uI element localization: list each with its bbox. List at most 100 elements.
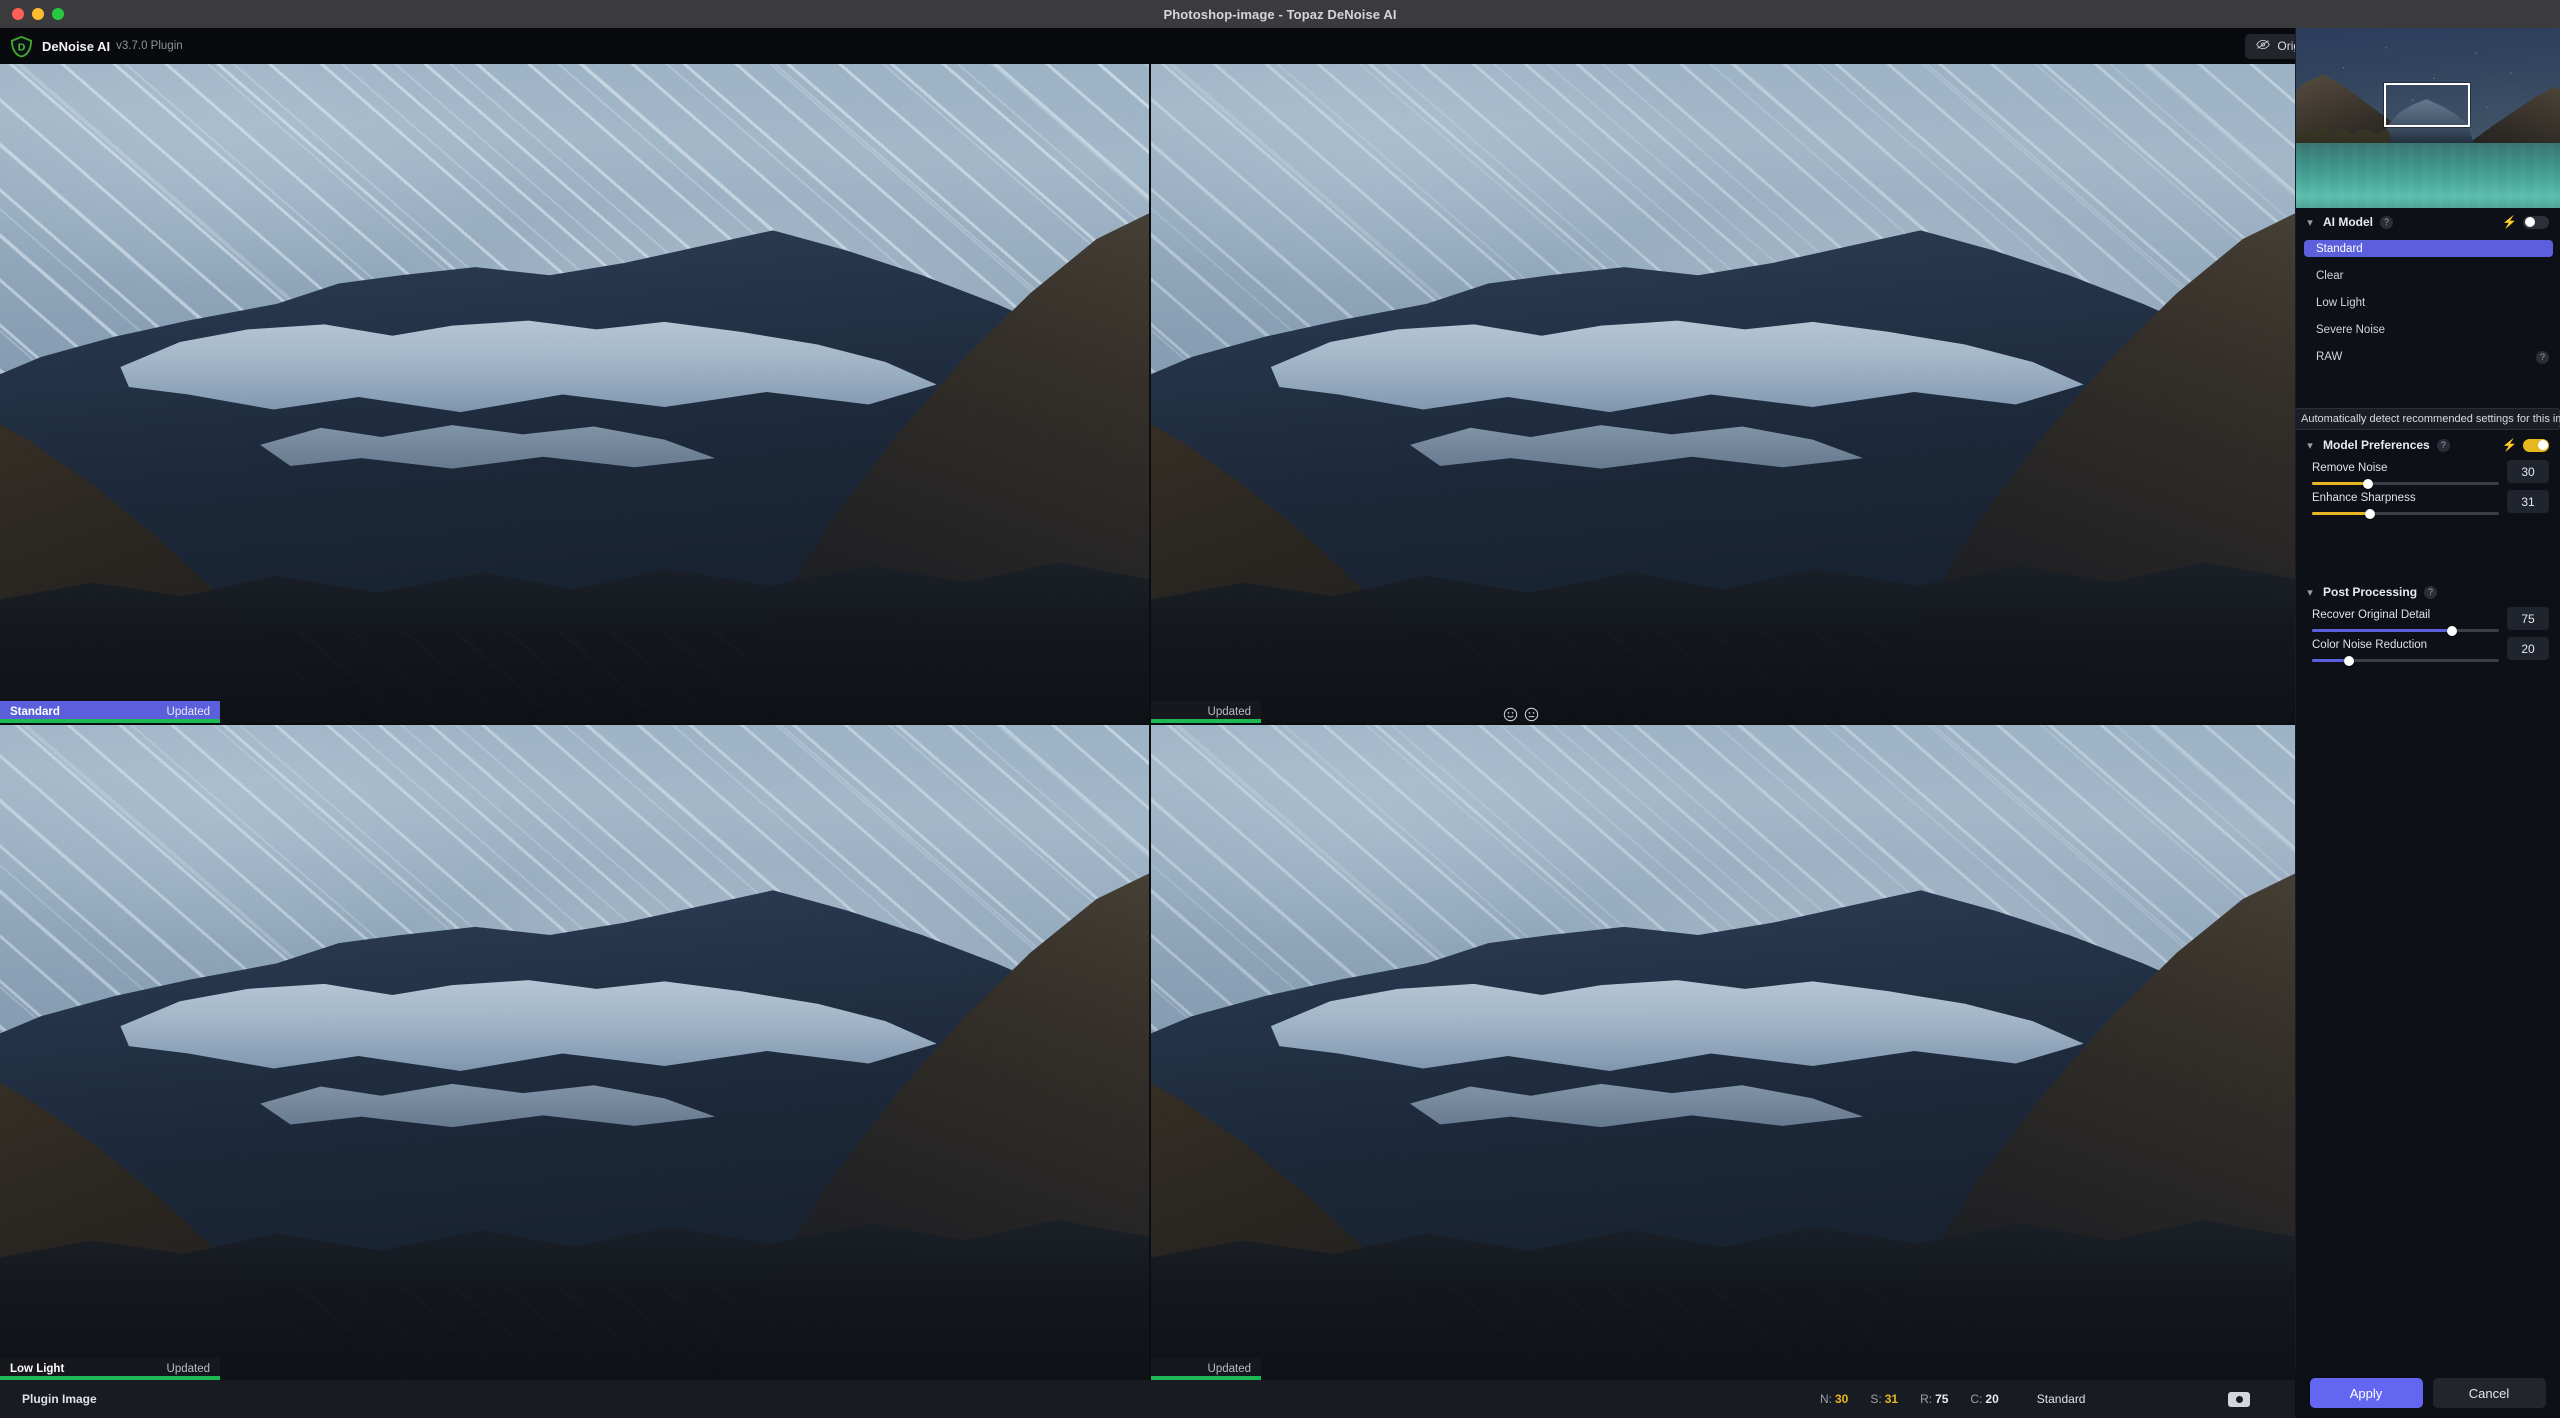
model-preferences-title: Model Preferences [2323,438,2430,452]
preview-image-standard [0,64,1149,723]
preview-image-severe-noise [1151,725,2295,1380]
chevron-down-icon[interactable]: ▾ [2304,216,2316,229]
traffic-light-controls[interactable] [12,0,64,28]
ai-model-option-severe-noise[interactable]: Severe Noise [2304,322,2553,338]
camera-icon[interactable] [2228,1391,2250,1407]
image-grain [1151,725,2295,1380]
post-processing-section: ▾ Post Processing ? Recover Original Det… [2296,578,2560,666]
raw-question-mark-icon[interactable]: ? [2536,350,2549,364]
chevron-down-icon[interactable]: ▾ [2304,586,2316,599]
settings-sidebar: ▾ AI Model ? ⚡ Standard Clear Low Light … [2294,28,2560,1418]
ai-model-auto-toggle[interactable] [2523,215,2549,229]
post-processing-title: Post Processing [2323,585,2418,599]
image-grain [1151,64,2295,723]
enhance-sharpness-label: Enhance Sharpness [2312,492,2416,504]
cancel-button[interactable]: Cancel [2432,1378,2546,1408]
stat-noise-value: 30 [1835,1392,1849,1406]
ai-model-option-low-light[interactable]: Low Light [2304,295,2553,311]
pane-status: Updated [166,1363,210,1375]
recover-original-detail-value[interactable]: 75 [2507,607,2549,630]
pane-feedback-controls[interactable] [1503,707,1539,722]
pane-status: Updated [1207,1363,1251,1375]
preview-workspace: Standard Updated Updated Low Light Updat… [0,64,2295,1380]
quad-view-grid: Standard Updated Updated Low Light Updat… [0,64,2295,1380]
recover-original-detail-slider-row: Recover Original Detail 75 [2296,606,2560,636]
ai-model-option-standard[interactable]: Standard [2304,240,2553,257]
pane-progress-bar [1151,1376,1261,1380]
maximize-window-button[interactable] [52,8,64,20]
navigator-lake-reflection [2296,143,2560,208]
navigator-thumbnail[interactable] [2296,28,2560,208]
top-toolbar: D DeNoise AI v3.7.0 Plugin Original [0,28,2560,64]
pane-progress-bar [0,719,220,723]
post-processing-header: ▾ Post Processing ? [2296,578,2560,606]
ai-model-option-clear[interactable]: Clear [2304,268,2553,284]
pane-status: Updated [166,706,210,718]
model-label: Standard [2316,242,2363,255]
action-buttons: Apply Cancel [2295,1368,2560,1418]
question-mark-icon[interactable]: ? [2380,215,2393,229]
minimize-window-button[interactable] [32,8,44,20]
pane-progress-bar [0,1376,220,1380]
model-preferences-header: ▾ Model Preferences ? ⚡ [2296,431,2560,459]
app-brand: D DeNoise AI v3.7.0 Plugin [10,35,183,58]
stat-recover-key: R: [1920,1392,1933,1406]
lightning-bolt-icon[interactable]: ⚡ [2502,438,2517,452]
enhance-sharpness-slider[interactable] [2312,508,2499,519]
ai-model-section: ▾ AI Model ? ⚡ Standard Clear Low Light … [2296,208,2560,376]
stat-sharpness: S: 31 [1870,1392,1898,1406]
app-name: DeNoise AI [42,38,111,54]
stat-noise: N: 30 [1820,1392,1848,1406]
remove-noise-value[interactable]: 30 [2507,460,2549,483]
question-mark-icon[interactable]: ? [2436,438,2450,452]
neutral-face-icon[interactable] [1524,707,1539,722]
pane-status: Updated [1207,706,1251,718]
smiley-face-icon[interactable] [1503,707,1518,722]
pane-progress-bar [1151,719,1261,723]
stat-noise-key: N: [1820,1392,1832,1406]
ai-model-title: AI Model [2323,215,2373,229]
stat-color-key: C: [1970,1392,1983,1406]
ai-model-header: ▾ AI Model ? ⚡ [2296,208,2560,236]
color-noise-reduction-slider[interactable] [2312,655,2499,666]
remove-noise-slider[interactable] [2312,478,2499,489]
preview-pane-clear[interactable]: Clear Updated [1151,64,2295,725]
model-label: Severe Noise [2316,324,2386,336]
pane-model-name: Low Light [10,1363,65,1375]
eye-slash-icon [2256,39,2271,53]
enhance-sharpness-value[interactable]: 31 [2507,490,2549,513]
navigator-viewport-rect[interactable] [2384,83,2470,127]
plugin-image-label: Plugin Image [22,1392,97,1406]
preview-image-low-light [0,725,1149,1380]
stat-recover: R: 75 [1920,1392,1948,1406]
model-preferences-section: ▾ Model Preferences ? ⚡ Remove Noise 30 [2296,431,2560,519]
apply-button[interactable]: Apply [2309,1378,2423,1408]
stat-color-value: 20 [1985,1392,1999,1406]
model-preferences-auto-toggle[interactable] [2523,438,2549,452]
preview-pane-severe-noise[interactable]: Severe Noise Updated [1151,725,2295,1380]
preview-pane-standard[interactable]: Standard Updated [0,64,1151,725]
recover-original-detail-slider[interactable] [2312,625,2499,636]
remove-noise-slider-row: Remove Noise 30 [2296,459,2560,489]
lightning-bolt-icon[interactable]: ⚡ [2502,215,2517,229]
preview-image-clear [1151,64,2295,723]
question-mark-icon[interactable]: ? [2424,585,2438,599]
chevron-down-icon[interactable]: ▾ [2304,439,2316,452]
status-model-name: Standard [2036,1392,2086,1406]
model-label: Clear [2316,270,2344,282]
window-titlebar: Photoshop-image - Topaz DeNoise AI [0,0,2560,28]
ai-model-auto-controls: ⚡ [2502,215,2549,229]
model-preferences-auto-controls: ⚡ [2502,438,2549,452]
stat-recover-value: 75 [1935,1392,1949,1406]
enhance-sharpness-slider-row: Enhance Sharpness 31 [2296,489,2560,519]
navigator-lake [2296,143,2560,208]
image-grain [0,64,1149,723]
auto-detect-tooltip: Automatically detect recommended setting… [2294,408,2560,430]
color-noise-reduction-value[interactable]: 20 [2507,637,2549,660]
stat-sharpness-key: S: [1870,1392,1882,1406]
app-version: v3.7.0 Plugin [116,40,183,52]
preview-pane-low-light[interactable]: Low Light Updated [0,725,1151,1380]
close-window-button[interactable] [12,8,24,20]
color-noise-reduction-label: Color Noise Reduction [2312,639,2428,651]
ai-model-option-raw[interactable]: RAW ? [2304,349,2553,365]
